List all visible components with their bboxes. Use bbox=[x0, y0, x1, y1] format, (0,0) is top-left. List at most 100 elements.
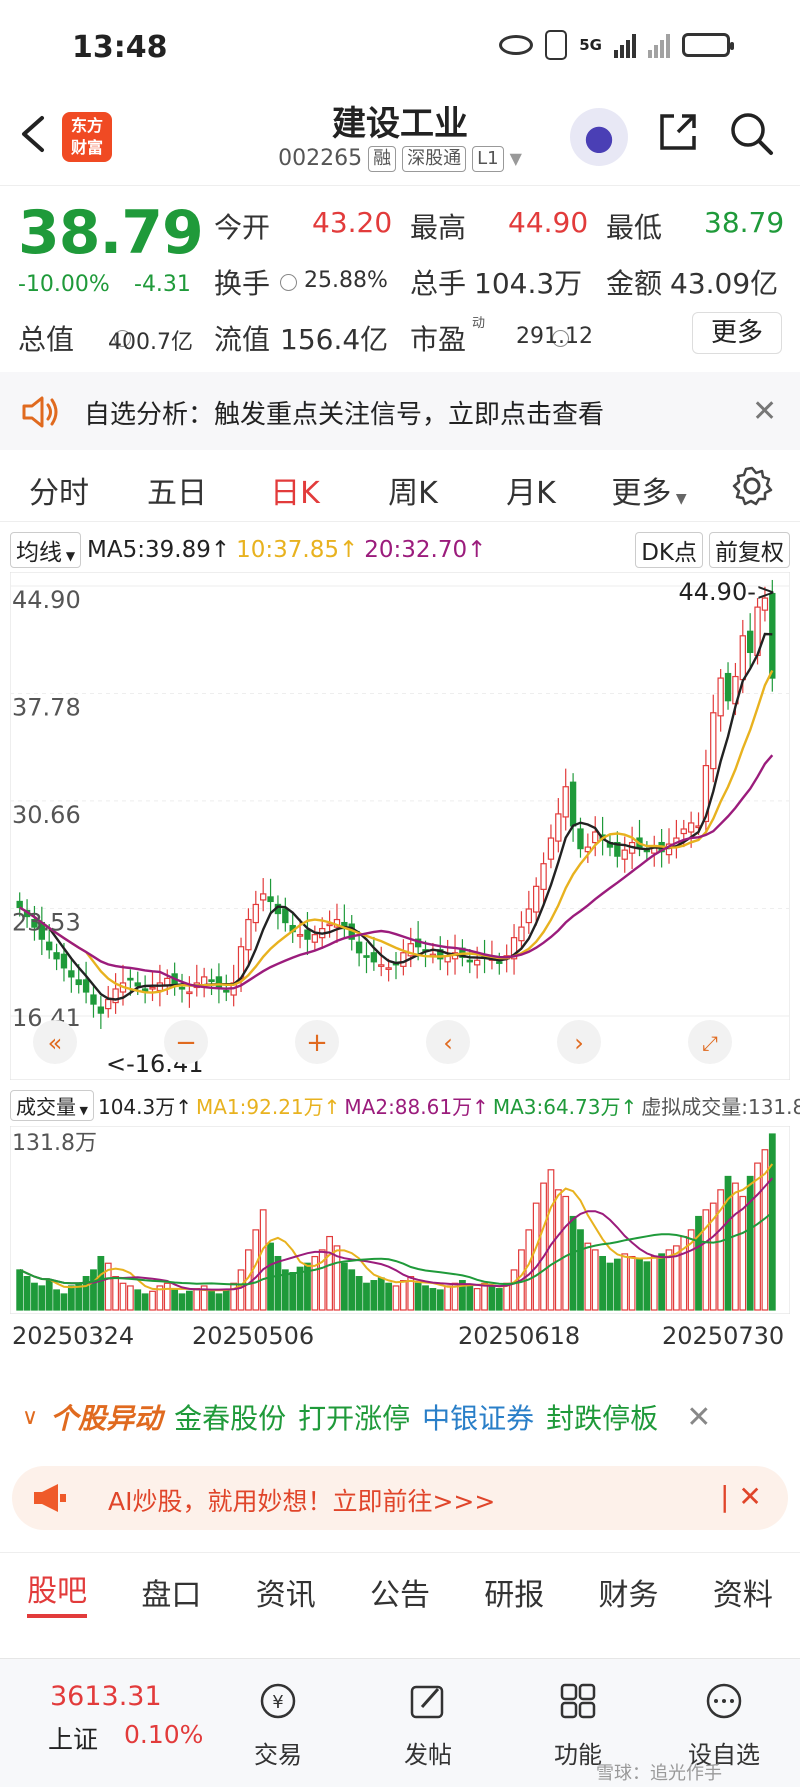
close-icon[interactable]: ✕ bbox=[686, 1400, 711, 1435]
next-button[interactable]: › bbox=[557, 1020, 601, 1064]
tab-intraday[interactable]: 分时 bbox=[0, 468, 118, 512]
volume-bar bbox=[274, 1255, 282, 1311]
svg-text:¥: ¥ bbox=[272, 1692, 283, 1713]
amount-label: 金额 bbox=[606, 267, 663, 300]
candle bbox=[326, 923, 333, 927]
candle bbox=[53, 952, 60, 960]
tab-announcements[interactable]: 公告 bbox=[370, 1570, 430, 1614]
ma-selector[interactable]: 均线 ▼ bbox=[10, 532, 82, 568]
candle bbox=[82, 979, 90, 993]
tab-research[interactable]: 研报 bbox=[484, 1570, 544, 1614]
tab-forum[interactable]: 股吧 bbox=[27, 1566, 88, 1618]
mover-stock-1[interactable]: 金春股份 bbox=[174, 1397, 286, 1437]
candle bbox=[296, 934, 304, 937]
volume-bar bbox=[650, 1255, 658, 1311]
tag-connect: 深股通 bbox=[402, 146, 467, 172]
vol-ma1: MA1:92.21万↑ bbox=[195, 1094, 341, 1119]
volume-chart[interactable]: 131.8万 bbox=[10, 1126, 790, 1314]
close-icon[interactable]: | ✕ bbox=[720, 1480, 762, 1513]
last-price: 38.79 bbox=[18, 198, 204, 268]
fullscreen-button[interactable]: ⤢ bbox=[688, 1020, 732, 1064]
change-amount: -4.31 bbox=[134, 272, 191, 297]
volume-selector[interactable]: 成交量 ▼ bbox=[10, 1089, 94, 1121]
candle bbox=[547, 837, 555, 860]
candle bbox=[267, 896, 274, 903]
candle bbox=[518, 926, 525, 942]
tab-news[interactable]: 资讯 bbox=[256, 1570, 316, 1614]
tag-level: L1 bbox=[472, 146, 504, 172]
prev-button[interactable]: ‹ bbox=[426, 1020, 470, 1064]
tab-financials[interactable]: 财务 bbox=[599, 1570, 659, 1614]
search-icon[interactable] bbox=[728, 110, 774, 156]
candlestick-chart[interactable]: 44.9037.7830.6623.5316.41 44.90-> <-16.4… bbox=[10, 572, 790, 1080]
tabbar-trade[interactable]: ¥ 交易 bbox=[228, 1681, 328, 1770]
index-widget[interactable]: 3613.31 上证 0.10% bbox=[48, 1681, 203, 1756]
adjust-button[interactable]: 前复权 bbox=[709, 532, 790, 568]
volume-bar bbox=[444, 1285, 452, 1311]
tabbar-add-watchlist[interactable]: 设自选 bbox=[674, 1681, 774, 1770]
close-icon[interactable]: ✕ bbox=[752, 394, 777, 429]
stock-code: 002265 bbox=[278, 146, 363, 171]
share-icon[interactable] bbox=[656, 110, 700, 154]
candle bbox=[97, 1006, 105, 1014]
tabbar-functions[interactable]: 功能 bbox=[528, 1681, 628, 1770]
candle bbox=[215, 976, 223, 989]
bottom-tabbar: 3613.31 上证 0.10% ¥ 交易 发帖 功能 设自选 雪球：追光作手 bbox=[0, 1658, 800, 1787]
tab-orderbook[interactable]: 盘口 bbox=[141, 1570, 201, 1614]
volume-bar bbox=[385, 1282, 393, 1311]
chevron-down-icon[interactable]: ▼ bbox=[510, 146, 522, 172]
volume-value: 104.3万 bbox=[474, 267, 583, 300]
candle bbox=[525, 908, 532, 924]
volume-bar bbox=[591, 1249, 599, 1311]
chevron-down-icon[interactable]: ∨ bbox=[22, 1405, 38, 1430]
volume-bar bbox=[414, 1282, 422, 1311]
tab-five-day[interactable]: 五日 bbox=[118, 468, 236, 512]
dk-points-button[interactable]: DK点 bbox=[635, 532, 703, 568]
volume-max-label: 131.8万 bbox=[12, 1131, 97, 1156]
gear-icon[interactable] bbox=[730, 464, 774, 508]
volume-bar bbox=[377, 1277, 385, 1311]
volume-value: 104.3万↑ bbox=[97, 1094, 192, 1119]
candle bbox=[473, 959, 481, 966]
alert-banner[interactable]: 自选分析：触发重点关注信号，立即点击查看 ✕ bbox=[0, 372, 800, 450]
rewind-button[interactable]: « bbox=[33, 1020, 77, 1064]
volume-bar bbox=[621, 1253, 629, 1311]
expand-icon: ⤢ bbox=[702, 1031, 718, 1055]
mover-stock-2[interactable]: 中银证券 bbox=[422, 1397, 534, 1437]
watermark: 雪球：追光作手 bbox=[596, 1763, 722, 1784]
tab-more[interactable]: 更多 ▼ bbox=[590, 468, 708, 512]
max-annotation: 44.90-> bbox=[679, 578, 776, 606]
zoom-out-button[interactable]: − bbox=[164, 1020, 208, 1064]
index-value: 3613.31 bbox=[50, 1681, 162, 1712]
candle bbox=[260, 893, 267, 901]
volume-bar bbox=[525, 1229, 533, 1311]
robot-assistant-icon[interactable] bbox=[570, 108, 628, 166]
volume-indicator-row: 成交量 ▼ 104.3万↑ MA1:92.21万↑ MA2:88.61万↑ MA… bbox=[10, 1088, 800, 1122]
candle bbox=[533, 885, 540, 913]
candle bbox=[68, 970, 75, 978]
vol-ma2: MA2:88.61万↑ bbox=[344, 1094, 489, 1119]
volume-bar bbox=[540, 1182, 547, 1311]
volume-bar bbox=[665, 1249, 673, 1311]
volume-bar bbox=[38, 1285, 46, 1311]
ai-banner[interactable]: AI炒股，就用妙想！立即前往>>> | ✕ bbox=[12, 1466, 788, 1530]
candle bbox=[355, 941, 363, 954]
date-axis: 20250324 20250506 20250618 20250730 bbox=[10, 1320, 790, 1356]
volume-bar bbox=[289, 1272, 297, 1311]
ai-banner-text: AI炒股，就用妙想！立即前往>>> bbox=[108, 1487, 496, 1516]
tabbar-post[interactable]: 发帖 bbox=[378, 1681, 478, 1770]
tab-daily-k[interactable]: 日K bbox=[236, 468, 354, 512]
tab-monthly-k[interactable]: 月K bbox=[472, 468, 590, 512]
info-icon[interactable] bbox=[280, 274, 297, 291]
zoom-in-button[interactable]: + bbox=[295, 1020, 339, 1064]
stock-movers-row[interactable]: ∨ 个股异动 金春股份 打开涨停 中银证券 封跌停板 ✕ bbox=[0, 1392, 800, 1442]
caret-down-icon: ▼ bbox=[76, 1103, 88, 1117]
index-change: 0.10% bbox=[124, 1720, 204, 1749]
stock-header: 东方 财富 建设工业 002265 融 深股通 L1 ▼ bbox=[0, 90, 800, 186]
candle bbox=[127, 977, 134, 981]
tab-weekly-k[interactable]: 周K bbox=[354, 468, 472, 512]
tab-profile[interactable]: 资料 bbox=[713, 1570, 773, 1614]
candle bbox=[311, 934, 319, 943]
pe-superscript: 动 bbox=[472, 316, 486, 331]
more-button[interactable]: 更多 bbox=[692, 312, 782, 354]
